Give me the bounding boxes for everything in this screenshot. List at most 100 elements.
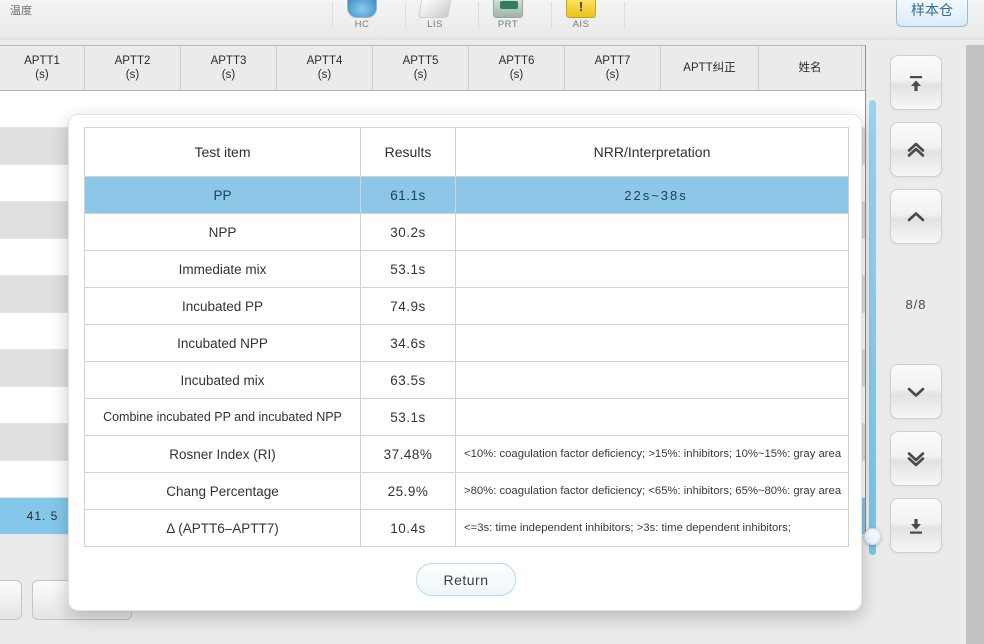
- cell-nrr-interpretation: 22s~38s: [455, 176, 849, 214]
- cell-result: 30.2s: [360, 213, 456, 251]
- toolbar-button-hc[interactable]: HC: [333, 0, 391, 36]
- prt-icon: [493, 0, 523, 18]
- cell-result: 34.6s: [360, 324, 456, 362]
- grid-column-header[interactable]: APTT1 (s): [0, 46, 85, 90]
- cell-test-item: Incubated NPP: [84, 324, 361, 362]
- grid-column-header-line2: (s): [125, 69, 140, 81]
- grid-column-header-line2: (s): [605, 69, 620, 81]
- table-row[interactable]: Combine incubated PP and incubated NPP 53…: [84, 398, 849, 436]
- lis-icon: [418, 0, 452, 18]
- mixing-study-result-dialog: Test item Results NRR/Interpretation PP 6…: [68, 114, 862, 611]
- cell-test-item: Immediate mix: [84, 250, 361, 288]
- sample-compartment-button[interactable]: 样本仓: [896, 0, 968, 27]
- grid-column-header-line2: (s): [317, 69, 332, 81]
- arrow-up-to-bar-icon: [910, 75, 922, 91]
- grid-column-header-line1: APTT3: [210, 55, 247, 67]
- toolbar-separator: [0, 38, 984, 41]
- cell-test-item: Incubated PP: [84, 287, 361, 325]
- table-row[interactable]: Δ (APTT6–APTT7) 10.4s <=3s: time independe…: [84, 509, 849, 547]
- table-row[interactable]: Immediate mix 53.1s: [84, 250, 849, 288]
- toolbar-button-ais[interactable]: AIS: [552, 0, 610, 36]
- grid-column-header-line1: APTT5: [402, 55, 439, 67]
- grid-column-header[interactable]: 姓名: [759, 46, 862, 90]
- scroll-up-button[interactable]: [890, 189, 942, 244]
- vertical-slider-track[interactable]: [869, 100, 876, 555]
- cell-test-item: Incubated mix: [84, 361, 361, 399]
- chevron-up-icon: [907, 211, 925, 221]
- grid-column-header-line2: (s): [35, 69, 49, 81]
- grid-header-row: APTT1 (s) APTT2 (s) APTT3 (s) APTT4 (s) APTT5 (s)…: [0, 46, 865, 91]
- cell-result: 74.9s: [360, 287, 456, 325]
- table-row[interactable]: Rosner Index (RI) 37.48% <10%: coagulation…: [84, 435, 849, 473]
- cell-nrr-interpretation: [455, 250, 849, 288]
- arrow-down-to-bar-icon: [910, 518, 922, 534]
- application-window: 温度 HC LIS PRT AIS 样本仓 APTT1(s)APTT2(s)AP…: [0, 0, 984, 644]
- rail-shadow: [966, 45, 984, 644]
- cell-result: 61.1s: [360, 176, 456, 214]
- temperature-label: 温度: [10, 5, 32, 17]
- go-first-button[interactable]: [890, 55, 942, 110]
- page-indicator: 8/8: [905, 297, 927, 312]
- toolbar-divider: [624, 2, 625, 28]
- grid-column-header-line1: APTT纠正: [683, 62, 736, 74]
- go-last-button[interactable]: [890, 498, 942, 553]
- table-header-row: Test item Results NRR/Interpretation: [84, 127, 849, 177]
- scroll-down-button[interactable]: [890, 364, 942, 419]
- grid-column-header[interactable]: APTT4 (s): [277, 46, 373, 90]
- cell-result: 53.1s: [360, 398, 456, 436]
- page-down-button[interactable]: [890, 431, 942, 486]
- cell-nrr-interpretation: [455, 287, 849, 325]
- chevron-down-icon: [907, 387, 925, 397]
- grid-column-header-line1: 姓名: [798, 62, 822, 74]
- cell-test-item: NPP: [84, 213, 361, 251]
- grid-column-header-line2: (s): [413, 69, 428, 81]
- table-row[interactable]: Incubated PP 74.9s: [84, 287, 849, 325]
- cell-nrr-interpretation: [455, 213, 849, 251]
- cell-test-item: Rosner Index (RI): [84, 435, 361, 473]
- table-row[interactable]: NPP 30.2s: [84, 213, 849, 251]
- page-up-button[interactable]: [890, 122, 942, 177]
- return-button[interactable]: Return: [416, 563, 516, 596]
- navigation-rail: 8/8: [866, 45, 984, 644]
- cell-nrr-interpretation: [455, 361, 849, 399]
- grid-column-header-line1: APTT7: [594, 55, 631, 67]
- grid-column-header-line1: APTT4: [306, 55, 343, 67]
- cell-nrr-interpretation: <10%: coagulation factor deficiency; >15…: [455, 435, 849, 473]
- cell-nrr-interpretation: <=3s: time independent inhibitors; >3s: …: [455, 509, 849, 547]
- cell-test-item: Chang Percentage: [84, 472, 361, 510]
- result-table-body: PP 61.1s 22s~38s NPP 30.2s Immediate mix 53.1s…: [84, 176, 849, 547]
- cell-test-item: PP: [84, 176, 361, 214]
- cell-result: 10.4s: [360, 509, 456, 547]
- toolbar-label-prt: PRT: [497, 19, 519, 30]
- grid-column-header[interactable]: APTT5 (s): [373, 46, 469, 90]
- grid-column-header-line2: (s): [509, 69, 524, 81]
- cell-nrr-interpretation: >80%: coagulation factor deficiency; <65…: [455, 472, 849, 510]
- table-row[interactable]: Incubated mix 63.5s: [84, 361, 849, 399]
- grid-column-header[interactable]: APTT纠正: [661, 46, 759, 90]
- table-row[interactable]: Chang Percentage 25.9% >80%: coagulation f…: [84, 472, 849, 510]
- result-table: Test item Results NRR/Interpretation PP 6…: [84, 127, 849, 547]
- grid-column-header-line1: APTT6: [498, 55, 535, 67]
- toolbar-label-hc: HC: [354, 19, 370, 30]
- grid-column-header-line1: APTT1: [24, 55, 60, 67]
- cell-test-item: Combine incubated PP and incubated NPP: [84, 398, 361, 436]
- grid-column-header[interactable]: APTT6 (s): [469, 46, 565, 90]
- grid-column-header[interactable]: APTT3 (s): [181, 46, 277, 90]
- toolbar-label-lis: LIS: [427, 19, 443, 30]
- cell-result: 25.9%: [360, 472, 456, 510]
- grid-column-header-line1: APTT2: [114, 55, 151, 67]
- top-toolbar: 温度 HC LIS PRT AIS 样本仓: [0, 0, 984, 41]
- vertical-slider-handle[interactable]: [864, 528, 881, 545]
- table-row[interactable]: Incubated NPP 34.6s: [84, 324, 849, 362]
- toolbar-button-lis[interactable]: LIS: [406, 0, 464, 36]
- grid-column-header[interactable]: APTT2 (s): [85, 46, 181, 90]
- grid-column-header[interactable]: APTT7 (s): [565, 46, 661, 90]
- double-chevron-down-icon: [907, 451, 925, 466]
- toolbar-button-prt[interactable]: PRT: [479, 0, 537, 36]
- grid-column-header-line2: (s): [221, 69, 236, 81]
- table-row[interactable]: PP 61.1s 22s~38s: [84, 176, 849, 214]
- column-header-nrr: NRR/Interpretation: [455, 127, 849, 177]
- cell-result: 37.48%: [360, 435, 456, 473]
- bottom-toolbar-button-1[interactable]: [0, 580, 22, 620]
- double-chevron-up-icon: [907, 142, 925, 157]
